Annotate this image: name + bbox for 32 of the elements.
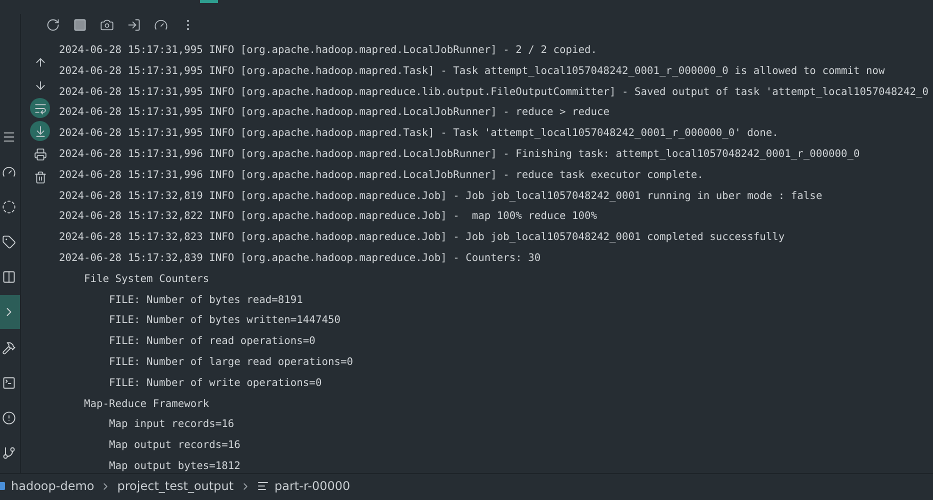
log-line: 2024-06-28 15:17:31,995 INFO [org.apache.hadoop.mapred.Task] - Task attempt_local1057048242_0001_r_000000_0 is allowed to commit now (59, 64, 886, 79)
log-line: Map output records=16 (108, 438, 242, 454)
breadcrumb-item[interactable]: project_test_output (117, 479, 234, 493)
log-line: FILE: Number of read operations=0 (108, 334, 316, 350)
rerun-icon[interactable] (45, 17, 61, 33)
log-line: 2024-06-28 15:17:32,822 INFO [org.apache.hadoop.mapreduce.Job] - map 100% reduce 100% (59, 209, 598, 224)
log-line: 2024-06-28 15:17:31,996 INFO [org.apache.hadoop.mapred.LocalJobRunner] - reduce task executor complete. (59, 168, 704, 183)
log-line: File System Counters (83, 272, 210, 287)
scroll-to-end-icon[interactable] (30, 121, 50, 141)
breadcrumb-item[interactable]: hadoop-demo (11, 479, 94, 493)
log-line: 2024-06-28 15:17:32,823 INFO [org.apache.hadoop.mapreduce.Job] - Job job_local1057048242_0001 completed successfully (59, 230, 786, 246)
log-line: 2024-06-28 15:17:31,996 INFO [org.apache.hadoop.mapred.LocalJobRunner] - Finishing task: attempt_local1057048242_0001_r_000000_0 (59, 146, 861, 162)
log-line: FILE: Number of write operations=0 (108, 376, 323, 391)
log-line: 2024-06-28 15:17:32,819 INFO [org.apache.hadoop.mapreduce.Job] - Job job_local1057048242_0001 running in uber mode : false (59, 188, 824, 204)
log-line: Map output bytes=1812 (108, 458, 242, 473)
log-line: FILE: Number of bytes written=1447450 (108, 313, 342, 328)
stop-icon[interactable] (72, 17, 88, 33)
log-line: 2024-06-28 15:17:31,995 INFO [org.apache.hadoop.mapreduce.lib.output.FileOutputCommitter] - Saved output of task 'attempt_local1057048242_0 (59, 84, 930, 100)
text-file-icon (256, 480, 269, 492)
log-line: FILE: Number of bytes read=8191 (108, 292, 304, 308)
breadcrumb-item[interactable]: part-r-00000 (274, 479, 350, 493)
log-line: 2024-06-28 15:17:31,995 INFO [org.apache.hadoop.mapred.LocalJobRunner] - reduce > reduce (59, 105, 611, 120)
log-line: 2024-06-28 15:17:32,839 INFO [org.apache.hadoop.mapreduce.Job] - Counters: 30 (59, 250, 542, 266)
log-line: Map-Reduce Framework (83, 396, 210, 412)
camera-icon[interactable] (99, 17, 115, 33)
log-line: Map input records=16 (108, 417, 236, 432)
soft-wrap-icon[interactable] (30, 98, 50, 118)
log-line: 2024-06-28 15:17:31,995 INFO [org.apache.hadoop.mapred.Task] - Task 'attempt_local1057048242_0001_r_000000_0' done. (59, 126, 780, 142)
log-line: 2024-06-28 15:17:31,995 INFO [org.apache.hadoop.mapred.LocalJobRunner] - 2 / 2 copied. (59, 43, 598, 58)
module-icon (0, 481, 5, 491)
log-line: FILE: Number of large read operations=0 (108, 354, 354, 370)
exit-icon[interactable] (126, 17, 142, 33)
